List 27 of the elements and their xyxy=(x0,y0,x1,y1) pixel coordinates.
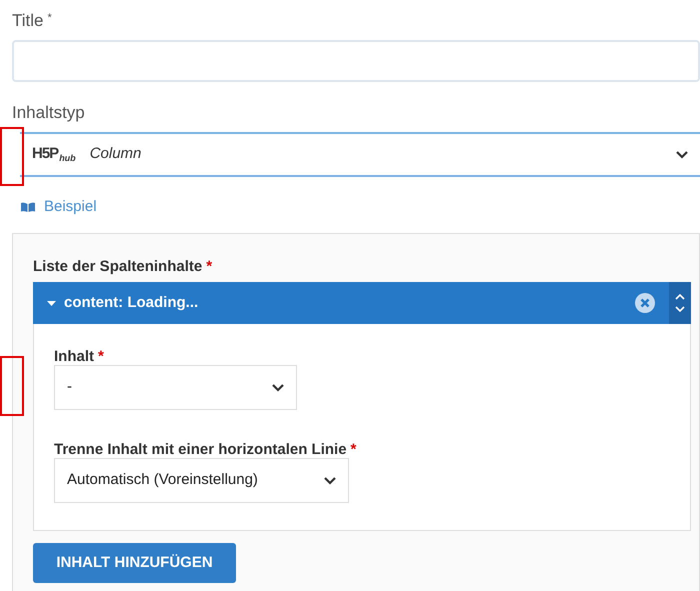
required-mark: * xyxy=(98,347,104,367)
field-label: Title xyxy=(12,10,44,32)
field-label: Inhalt xyxy=(54,347,94,367)
field-label: Trenne Inhalt mit einer horizontalen Linie xyxy=(54,440,347,460)
list-item-title: content: Loading... xyxy=(64,292,200,313)
order-buttons[interactable] xyxy=(669,282,691,324)
field-label: Liste der Spalteninhalte xyxy=(33,257,202,277)
select-field[interactable]: Automatisch (Voreinstellung) xyxy=(54,458,349,503)
select-field[interactable]: - xyxy=(54,365,297,410)
list-item-header[interactable]: content: Loading... xyxy=(33,282,691,324)
add-content-button[interactable]: INHALT HINZUFÜGEN xyxy=(33,543,236,583)
chevron-down-icon xyxy=(272,384,284,392)
remove-icon[interactable] xyxy=(635,293,655,313)
chevron-down-icon xyxy=(324,476,336,484)
required-mark: * xyxy=(48,11,52,26)
chevron-down-icon[interactable] xyxy=(675,306,685,312)
required-mark: * xyxy=(206,257,212,277)
caret-down-icon xyxy=(47,300,56,306)
chevron-down-icon xyxy=(676,150,688,158)
field-label: Inhaltstyp xyxy=(12,103,85,122)
required-mark: * xyxy=(350,440,356,460)
chevron-up-icon[interactable] xyxy=(675,294,685,300)
highlight-frame xyxy=(0,356,24,416)
book-icon xyxy=(20,202,36,213)
highlight-frame xyxy=(0,127,24,186)
logo-text: hub xyxy=(59,152,76,166)
logo-text: H5P xyxy=(32,144,58,164)
